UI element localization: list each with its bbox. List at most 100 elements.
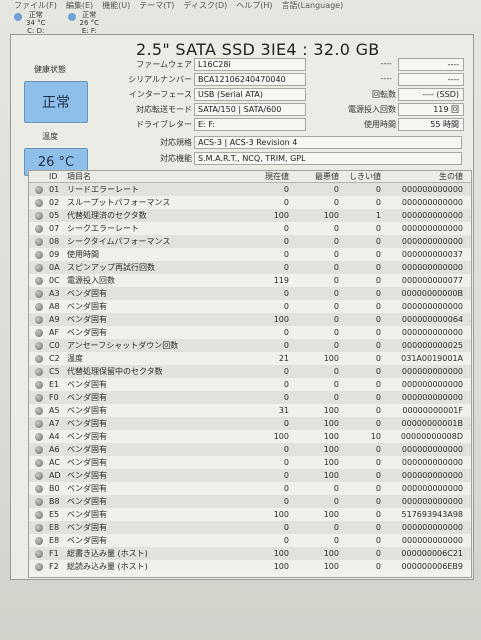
- attr-name: シークタイムパフォーマンス: [67, 237, 171, 246]
- attr-id: A9: [49, 315, 60, 324]
- status-dot-icon: [35, 354, 43, 363]
- table-row[interactable]: A9 ベンダ固有 100 0 0 000000000064: [29, 313, 471, 326]
- attr-id: B8: [49, 497, 60, 506]
- health-status-button[interactable]: 正常: [24, 81, 88, 123]
- drive-tab-1[interactable]: 正常 34 °C C: D:: [14, 11, 46, 35]
- menu-language[interactable]: 言語(Language): [282, 0, 344, 11]
- menu-file[interactable]: ファイル(F): [14, 0, 57, 11]
- menu-function[interactable]: 機能(U): [102, 0, 130, 11]
- attr-current: 100: [273, 510, 289, 519]
- attr-id: F2: [49, 562, 59, 571]
- attr-threshold: 10: [370, 432, 381, 441]
- header-current[interactable]: 現在値: [239, 171, 289, 182]
- table-row[interactable]: AF ベンダ固有 0 0 0 000000000000: [29, 326, 471, 339]
- attr-worst: 100: [323, 458, 339, 467]
- header-id[interactable]: ID: [49, 171, 67, 182]
- status-dot-icon: [35, 185, 43, 194]
- attr-id: A3: [49, 289, 60, 298]
- table-row[interactable]: A4 ベンダ固有 100 100 10 00000000008D: [29, 430, 471, 443]
- table-row[interactable]: 07 シークエラーレート 0 0 0 000000000000: [29, 222, 471, 235]
- attr-id: AC: [49, 458, 60, 467]
- table-row[interactable]: 0A スピンアップ再試行回数 0 0 0 000000000000: [29, 261, 471, 274]
- table-row[interactable]: A3 ベンダ固有 0 0 0 00000000000B: [29, 287, 471, 300]
- table-row[interactable]: E8 ベンダ固有 0 0 0 000000000000: [29, 534, 471, 547]
- table-row[interactable]: 01 リードエラーレート 0 0 0 000000000000: [29, 183, 471, 196]
- table-row[interactable]: A8 ベンダ固有 0 0 0 000000000000: [29, 300, 471, 313]
- table-row[interactable]: B0 ベンダ固有 0 0 0 000000000000: [29, 482, 471, 495]
- table-row[interactable]: AC ベンダ固有 0 100 0 000000000000: [29, 456, 471, 469]
- attr-id: C5: [49, 367, 60, 376]
- attr-id: E8: [49, 523, 60, 532]
- header-worst[interactable]: 最悪値: [289, 171, 339, 182]
- attr-raw: 000000000000: [401, 198, 463, 207]
- table-row[interactable]: A7 ベンダ固有 0 100 0 00000000001B: [29, 417, 471, 430]
- menu-edit[interactable]: 編集(E): [66, 0, 93, 11]
- table-row[interactable]: E5 ベンダ固有 100 100 0 517693943A98: [29, 508, 471, 521]
- status-dot-icon: [35, 536, 43, 545]
- attr-name: ベンダ固有: [67, 510, 107, 519]
- attr-name: ベンダ固有: [67, 328, 107, 337]
- table-row[interactable]: E8 ベンダ固有 0 0 0 000000000000: [29, 521, 471, 534]
- right-label-2: ----: [380, 74, 392, 83]
- status-dot-icon: [35, 471, 43, 480]
- attr-threshold: 0: [375, 354, 381, 363]
- drive-tab-2[interactable]: 正常 26 °C E: F:: [67, 11, 99, 35]
- table-row[interactable]: 09 使用時間 0 0 0 000000000037: [29, 248, 471, 261]
- attr-name: 代替処理済のセクタ数: [67, 211, 147, 220]
- attr-worst: 100: [323, 445, 339, 454]
- status-dot-icon: [35, 328, 43, 337]
- attr-raw: 000000000000: [401, 536, 463, 545]
- menu-theme[interactable]: テーマ(T): [139, 0, 174, 11]
- attr-id: 08: [49, 237, 60, 246]
- attr-current: 0: [283, 198, 289, 207]
- attr-threshold: 0: [375, 328, 381, 337]
- interface-field: USB (Serial ATA): [194, 88, 306, 101]
- attr-name: ベンダ固有: [67, 445, 107, 454]
- table-row[interactable]: C0 アンセーフシャットダウン回数 0 0 0 000000000025: [29, 339, 471, 352]
- attr-raw: 000000000000: [401, 445, 463, 454]
- header-raw[interactable]: 生の値: [381, 171, 467, 182]
- status-dot-icon: [35, 497, 43, 506]
- table-row[interactable]: A5 ベンダ固有 31 100 0 00000000001F: [29, 404, 471, 417]
- status-dot-icon: [35, 315, 43, 324]
- attr-worst: 0: [333, 263, 339, 272]
- table-row[interactable]: 08 シークタイムパフォーマンス 0 0 0 000000000000: [29, 235, 471, 248]
- table-row[interactable]: F1 総書き込み量 (ホスト) 100 100 0 000000006C21: [29, 547, 471, 560]
- attr-worst: 100: [323, 510, 339, 519]
- attr-id: 02: [49, 198, 60, 207]
- attr-worst: 100: [323, 549, 339, 558]
- table-row[interactable]: AD ベンダ固有 0 100 0 000000000000: [29, 469, 471, 482]
- menu-help[interactable]: ヘルプ(H): [236, 0, 272, 11]
- table-row[interactable]: E1 ベンダ固有 0 0 0 000000000000: [29, 378, 471, 391]
- attr-raw: 00000000008D: [400, 432, 463, 441]
- table-row[interactable]: A6 ベンダ固有 0 100 0 000000000000: [29, 443, 471, 456]
- header-name[interactable]: 項目名: [67, 171, 239, 182]
- drive-tabs: 正常 34 °C C: D: 正常 26 °C E: F:: [14, 11, 99, 35]
- attr-name: ベンダ固有: [67, 484, 107, 493]
- attr-id: C0: [49, 341, 60, 350]
- table-row[interactable]: F2 総読み込み量 (ホスト) 100 100 0 000000006EB9: [29, 560, 471, 573]
- header-threshold[interactable]: しきい値: [339, 171, 381, 182]
- table-row[interactable]: B8 ベンダ固有 0 0 0 000000000000: [29, 495, 471, 508]
- table-row[interactable]: C5 代替処理保留中のセクタ数 0 0 0 000000000000: [29, 365, 471, 378]
- table-row[interactable]: 0C 電源投入回数 119 0 0 000000000077: [29, 274, 471, 287]
- attr-raw: 00000000000B: [401, 289, 463, 298]
- attr-name: ベンダ固有: [67, 302, 107, 311]
- attr-threshold: 0: [375, 237, 381, 246]
- attr-name: 代替処理保留中のセクタ数: [67, 367, 163, 376]
- table-row[interactable]: F0 ベンダ固有 0 0 0 000000000000: [29, 391, 471, 404]
- attr-current: 0: [283, 536, 289, 545]
- table-row[interactable]: C2 温度 21 100 0 031A0019001A: [29, 352, 471, 365]
- attr-id: F0: [49, 393, 59, 402]
- features-label: 対応機能: [160, 154, 192, 163]
- menu-disk[interactable]: ディスク(D): [183, 0, 227, 11]
- attr-raw: 000000000000: [401, 237, 463, 246]
- attr-current: 0: [283, 328, 289, 337]
- attr-current: 0: [283, 523, 289, 532]
- table-row[interactable]: 05 代替処理済のセクタ数 100 100 1 000000000000: [29, 209, 471, 222]
- attr-threshold: 0: [375, 250, 381, 259]
- features-field: S.M.A.R.T., NCQ, TRIM, GPL: [194, 152, 462, 165]
- attr-threshold: 0: [375, 276, 381, 285]
- attr-worst: 0: [333, 198, 339, 207]
- table-row[interactable]: 02 スループットパフォーマンス 0 0 0 000000000000: [29, 196, 471, 209]
